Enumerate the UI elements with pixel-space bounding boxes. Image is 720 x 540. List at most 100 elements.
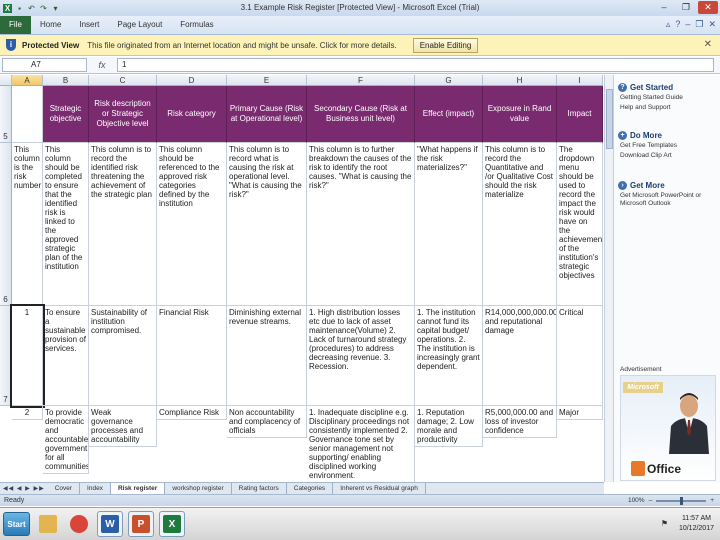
column-header-a[interactable]: A — [12, 75, 43, 86]
cell-a6[interactable]: This column is the risk number — [12, 143, 43, 306]
spreadsheet-grid[interactable]: A B C D E F G H I 5 6 7 Strategic objective Risk desc… — [0, 75, 604, 482]
cell-h6[interactable]: This column is to record the Quantitativ… — [483, 143, 557, 306]
cell-aundefined[interactable]: 2 — [12, 406, 43, 420]
cell-i7[interactable]: Critical — [557, 306, 603, 406]
tab-formulas[interactable]: Formulas — [171, 16, 222, 34]
cell-iundefined[interactable]: Major — [557, 406, 603, 420]
sheet-tab-index[interactable]: Index — [80, 483, 111, 494]
header-cell-a[interactable] — [12, 86, 43, 143]
column-header-f[interactable]: F — [307, 75, 415, 86]
cell-hundefined[interactable]: R5,000,000.00 and loss of investor confi… — [483, 406, 557, 438]
cell-b6[interactable]: This column should be completed to ensur… — [43, 143, 89, 306]
ribbon-minimize-icon[interactable]: ▵ — [666, 19, 671, 30]
cell-gundefined[interactable]: 1. Reputation damage; 2. Low morale and … — [415, 406, 483, 447]
workbook-restore-icon[interactable]: ❐ — [695, 19, 703, 30]
header-cell-c[interactable]: Risk description or Strategic Objective … — [89, 86, 157, 143]
cell-c6[interactable]: This column is to record the identified … — [89, 143, 157, 306]
taskbar-word-button[interactable]: W — [97, 511, 123, 537]
tab-insert[interactable]: Insert — [70, 16, 108, 34]
help-icon[interactable]: ? — [675, 19, 680, 30]
cell-fundefined[interactable]: 1. Inadequate discipline e.g. Disciplina… — [307, 406, 415, 482]
link-get-powerpoint-outlook[interactable]: Get Microsoft PowerPoint or Microsoft Ou… — [618, 192, 718, 208]
cell-b7[interactable]: To ensure a sustainable provision of ser… — [43, 306, 89, 406]
tab-home[interactable]: Home — [31, 16, 70, 34]
cell-e7[interactable]: Diminishing external revenue streams. — [227, 306, 307, 406]
taskbar-chrome-button[interactable] — [66, 511, 92, 537]
column-header-g[interactable]: G — [415, 75, 483, 86]
cell-h7[interactable]: R14,000,000,000.00 and reputational dama… — [483, 306, 557, 406]
header-cell-e[interactable]: Primary Cause (Risk at Operational level… — [227, 86, 307, 143]
tray-flag-icon[interactable]: ⚑ — [661, 519, 668, 528]
header-cell-h[interactable]: Exposure in Rand value — [483, 86, 557, 143]
cell-bundefined[interactable]: To provide democratic and accountable go… — [43, 406, 89, 474]
cell-d7[interactable]: Financial Risk — [157, 306, 227, 406]
cell-dundefined[interactable]: Compliance Risk — [157, 406, 227, 420]
section-title: Get More — [630, 181, 665, 190]
close-icon[interactable]: ✕ — [698, 1, 718, 14]
vertical-scrollbar[interactable] — [604, 75, 613, 482]
link-help-and-support[interactable]: Help and Support — [618, 104, 718, 112]
sheet-tab-categories[interactable]: Categories — [287, 483, 334, 494]
column-header-c[interactable]: C — [89, 75, 157, 86]
sheet-tab-risk-register[interactable]: Risk register — [110, 483, 166, 494]
taskbar: Start WPX ⚑ 11:57 AM 10/12/2017 — [0, 507, 720, 540]
sheet-tab-cover[interactable]: Cover — [48, 483, 81, 494]
cell-i6[interactable]: The dropdown menu should be used to reco… — [557, 143, 603, 306]
cell-a7[interactable]: 1 — [10, 304, 45, 408]
header-cell-g[interactable]: Effect (impact) — [415, 86, 483, 143]
header-cell-i[interactable]: Impact — [557, 86, 603, 143]
column-header-i[interactable]: I — [557, 75, 603, 86]
column-header-b[interactable]: B — [43, 75, 89, 86]
header-cell-b[interactable]: Strategic objective — [43, 86, 89, 143]
scrollbar-thumb[interactable] — [606, 89, 613, 149]
row-header-7[interactable]: 7 — [0, 306, 12, 406]
cell-c7[interactable]: Sustainability of institution compromise… — [89, 306, 157, 406]
header-cell-d[interactable]: Risk category — [157, 86, 227, 143]
zoom-slider[interactable] — [656, 496, 707, 505]
protected-view-message[interactable]: This file originated from an Internet lo… — [87, 41, 397, 50]
cell-d6[interactable]: This column should be referenced to the … — [157, 143, 227, 306]
column-header-h[interactable]: H — [483, 75, 557, 86]
tab-page-layout[interactable]: Page Layout — [108, 16, 171, 34]
formula-input[interactable]: 1 — [117, 58, 714, 72]
workbook-minimize-icon[interactable]: – — [685, 19, 690, 30]
cell-g7[interactable]: 1. The institution cannot fund its capit… — [415, 306, 483, 406]
taskbar-explorer-button[interactable] — [35, 511, 61, 537]
cell-f7[interactable]: 1. High distribution losses etc due to l… — [307, 306, 415, 406]
select-all-corner[interactable] — [0, 75, 12, 86]
office-advertisement[interactable]: Microsoft Office — [620, 375, 716, 481]
zoom-control[interactable]: 100% – + — [628, 496, 714, 505]
sheet-nav-arrows-icon[interactable]: ◀◀ ◀ ▶ ▶▶ — [0, 485, 48, 492]
link-getting-started-guide[interactable]: Getting Started Guide — [618, 94, 718, 102]
link-free-templates[interactable]: Get Free Templates — [618, 142, 718, 150]
name-box[interactable]: A7 — [2, 58, 87, 72]
protected-view-title[interactable]: Protected View — [22, 41, 79, 50]
cell-e6[interactable]: This column is to record what is causing… — [227, 143, 307, 306]
cell-cundefined[interactable]: Weak governance processes and accountabi… — [89, 406, 157, 447]
sheet-tab-rating-factors[interactable]: Rating factors — [232, 483, 287, 494]
cell-eundefined[interactable]: Non accountability and complacency of of… — [227, 406, 307, 438]
row-header-6[interactable]: 6 — [0, 143, 12, 306]
cell-f6[interactable]: This column is to further breakdown the … — [307, 143, 415, 306]
link-download-clip-art[interactable]: Download Clip Art — [618, 152, 718, 160]
system-clock[interactable]: 11:57 AM 10/12/2017 — [679, 514, 714, 534]
row-header-5[interactable]: 5 — [0, 86, 12, 143]
workbook-close-icon[interactable]: ✕ — [708, 19, 716, 30]
tab-file[interactable]: File — [0, 16, 31, 34]
zoom-out-icon[interactable]: – — [649, 497, 653, 504]
minimize-icon[interactable]: – — [654, 1, 674, 14]
cell-g6[interactable]: "What happens if the risk materializes?" — [415, 143, 483, 306]
taskbar-powerpoint-button[interactable]: P — [128, 511, 154, 537]
taskbar-excel-button[interactable]: X — [159, 511, 185, 537]
sheet-tab-inherent-vs-residual[interactable]: Inherent vs Residual graph — [333, 483, 426, 494]
restore-icon[interactable]: ❐ — [676, 1, 696, 14]
close-icon[interactable]: ✕ — [704, 39, 712, 50]
sheet-tab-workshop-register[interactable]: workshop register — [165, 483, 232, 494]
zoom-in-icon[interactable]: + — [710, 497, 714, 504]
header-cell-f[interactable]: Secondary Cause (Risk at Business unit l… — [307, 86, 415, 143]
fx-icon[interactable]: fx — [87, 60, 117, 70]
enable-editing-button[interactable]: Enable Editing — [412, 37, 479, 53]
column-header-e[interactable]: E — [227, 75, 307, 86]
column-header-d[interactable]: D — [157, 75, 227, 86]
start-button[interactable]: Start — [3, 512, 30, 536]
